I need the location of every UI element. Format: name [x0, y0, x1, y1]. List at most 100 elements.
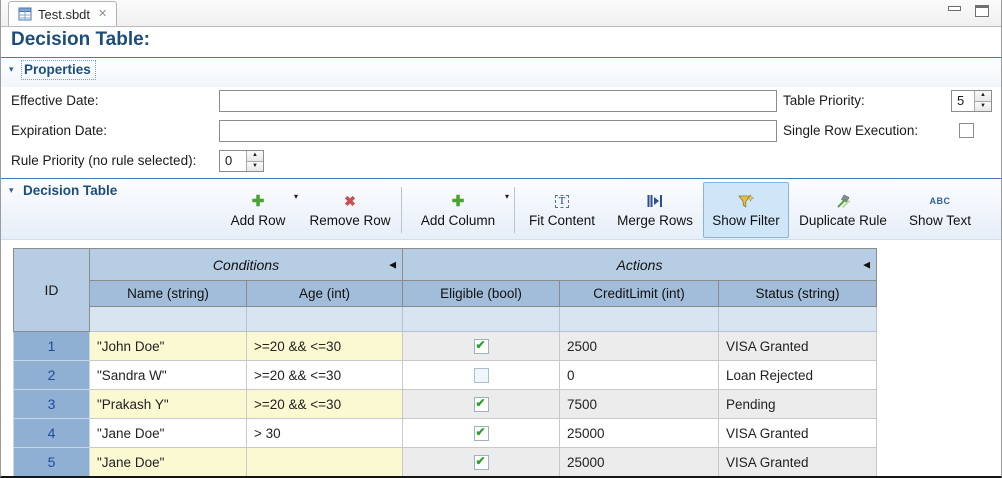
collapse-triangle-icon[interactable]: ▾ — [9, 185, 14, 196]
toolbar-separator — [401, 187, 402, 233]
table-row: 4 "Jane Doe" > 30 ✔ 25000 VISA Granted — [14, 419, 877, 448]
column-header-eligible[interactable]: Eligible (bool) — [403, 281, 560, 307]
cell-creditlimit[interactable]: 7500 — [560, 390, 719, 419]
filter-cell-status[interactable] — [719, 307, 877, 332]
eligible-checkbox[interactable]: ✔ — [474, 455, 489, 470]
cell-age[interactable]: >=20 && <=30 — [247, 361, 403, 390]
rule-priority-spinner[interactable]: 0 ▲ ▼ — [219, 150, 264, 172]
merge-rows-icon — [647, 193, 663, 210]
add-column-button[interactable]: ✚ Add Column ▾ — [404, 182, 512, 238]
decision-table-section-title[interactable]: Decision Table — [23, 183, 117, 198]
cell-age[interactable]: >=20 && <=30 — [247, 332, 403, 361]
collapse-left-icon[interactable]: ◀ — [863, 259, 870, 270]
spinner-up-icon[interactable]: ▲ — [247, 151, 263, 162]
tab-close-icon[interactable]: ✕ — [98, 9, 107, 20]
dropdown-arrow-icon[interactable]: ▾ — [505, 192, 509, 201]
cell-name[interactable]: "Sandra W" — [90, 361, 247, 390]
dropdown-arrow-icon[interactable]: ▾ — [294, 192, 298, 201]
row-id[interactable]: 4 — [14, 419, 90, 448]
cell-eligible[interactable]: ✔ — [403, 448, 560, 477]
rule-priority-label: Rule Priority (no rule selected): — [11, 150, 196, 172]
add-row-button[interactable]: ✚ Add Row ▾ — [215, 182, 301, 238]
cell-creditlimit[interactable]: 25000 — [560, 448, 719, 477]
add-row-label: Add Row — [231, 213, 286, 228]
filter-cell-age[interactable] — [247, 307, 403, 332]
eligible-checkbox[interactable]: ✔ — [474, 426, 489, 441]
table-document-icon — [18, 7, 32, 21]
cell-eligible[interactable]: ✔ — [403, 332, 560, 361]
filter-cell-name[interactable] — [90, 307, 247, 332]
cell-age[interactable] — [247, 448, 403, 477]
merge-rows-button[interactable]: Merge Rows — [607, 182, 703, 238]
actions-group-header[interactable]: Actions ◀ — [403, 249, 877, 281]
group-header-row: ID Conditions ◀ Actions ◀ — [14, 249, 877, 281]
conditions-group-header[interactable]: Conditions ◀ — [90, 249, 403, 281]
remove-icon: ✖ — [344, 194, 356, 208]
cell-status[interactable]: VISA Granted — [719, 332, 877, 361]
toolbar-separator — [514, 187, 515, 233]
spinner-down-icon[interactable]: ▼ — [247, 162, 263, 172]
cell-name[interactable]: "Prakash Y" — [90, 390, 247, 419]
remove-row-button[interactable]: ✖ Remove Row — [301, 182, 399, 238]
show-filter-button[interactable]: Show Filter — [703, 182, 789, 238]
add-column-label: Add Column — [421, 213, 495, 228]
abc-icon: ABC — [930, 196, 951, 206]
table-priority-spinner[interactable]: 5 ▲ ▼ — [951, 90, 992, 112]
check-icon: ✔ — [476, 396, 486, 410]
collapse-triangle-icon[interactable]: ▾ — [9, 64, 14, 75]
table-row: 1 "John Doe" >=20 && <=30 ✔ 2500 VISA Gr… — [14, 332, 877, 361]
filter-funnel-icon — [738, 193, 754, 210]
cell-name[interactable]: "Jane Doe" — [90, 448, 247, 477]
cell-age[interactable]: >=20 && <=30 — [247, 390, 403, 419]
cell-status[interactable]: Loan Rejected — [719, 361, 877, 390]
column-header-creditlimit[interactable]: CreditLimit (int) — [560, 281, 719, 307]
column-header-age[interactable]: Age (int) — [247, 281, 403, 307]
cell-age[interactable]: > 30 — [247, 419, 403, 448]
cell-status[interactable]: VISA Granted — [719, 419, 877, 448]
id-column-header[interactable]: ID — [14, 249, 90, 332]
duplicate-rule-button[interactable]: Duplicate Rule — [789, 182, 897, 238]
properties-section-title[interactable]: Properties — [21, 60, 96, 80]
minimize-icon[interactable] — [948, 6, 961, 11]
cell-status[interactable]: VISA Granted — [719, 448, 877, 477]
fit-content-icon: T — [555, 195, 569, 208]
eligible-checkbox[interactable]: ✔ — [474, 368, 489, 383]
tab-test-sbdt[interactable]: Test.sbdt ✕ — [8, 1, 117, 26]
filter-cell-creditlimit[interactable] — [560, 307, 719, 332]
column-header-status[interactable]: Status (string) — [719, 281, 877, 307]
row-id[interactable]: 5 — [14, 448, 90, 477]
eligible-checkbox[interactable]: ✔ — [474, 339, 489, 354]
decision-table-editor: Test.sbdt ✕ Decision Table: ▾ Properties… — [0, 0, 1002, 478]
expiration-date-input[interactable] — [219, 120, 777, 142]
cell-creditlimit[interactable]: 25000 — [560, 419, 719, 448]
cell-creditlimit[interactable]: 2500 — [560, 332, 719, 361]
duplicate-rule-label: Duplicate Rule — [799, 213, 887, 228]
filter-cell-eligible[interactable] — [403, 307, 560, 332]
cell-eligible[interactable]: ✔ — [403, 361, 560, 390]
maximize-icon[interactable] — [975, 5, 989, 17]
cell-name[interactable]: "Jane Doe" — [90, 419, 247, 448]
effective-date-input[interactable] — [219, 90, 777, 112]
fit-content-button[interactable]: T Fit Content — [517, 182, 607, 238]
row-id[interactable]: 1 — [14, 332, 90, 361]
column-header-name[interactable]: Name (string) — [90, 281, 247, 307]
properties-section-header: ▾ Properties — [1, 57, 1001, 87]
cell-eligible[interactable]: ✔ — [403, 419, 560, 448]
spinner-down-icon[interactable]: ▼ — [975, 102, 991, 112]
eligible-checkbox[interactable]: ✔ — [474, 397, 489, 412]
decision-table-grid: ID Conditions ◀ Actions ◀ Name (string) … — [13, 248, 877, 477]
cell-eligible[interactable]: ✔ — [403, 390, 560, 419]
spinner-up-icon[interactable]: ▲ — [975, 91, 991, 102]
single-row-execution-label: Single Row Execution: — [783, 120, 918, 142]
collapse-left-icon[interactable]: ◀ — [389, 259, 396, 270]
row-id[interactable]: 3 — [14, 390, 90, 419]
cell-status[interactable]: Pending — [719, 390, 877, 419]
row-id[interactable]: 2 — [14, 361, 90, 390]
single-row-execution-checkbox[interactable] — [959, 123, 974, 138]
page-title: Decision Table: — [11, 29, 150, 51]
add-icon: ✚ — [452, 194, 465, 209]
table-row: 3 "Prakash Y" >=20 && <=30 ✔ 7500 Pendin… — [14, 390, 877, 419]
show-text-button[interactable]: ABC Show Text — [897, 182, 983, 238]
cell-name[interactable]: "John Doe" — [90, 332, 247, 361]
cell-creditlimit[interactable]: 0 — [560, 361, 719, 390]
